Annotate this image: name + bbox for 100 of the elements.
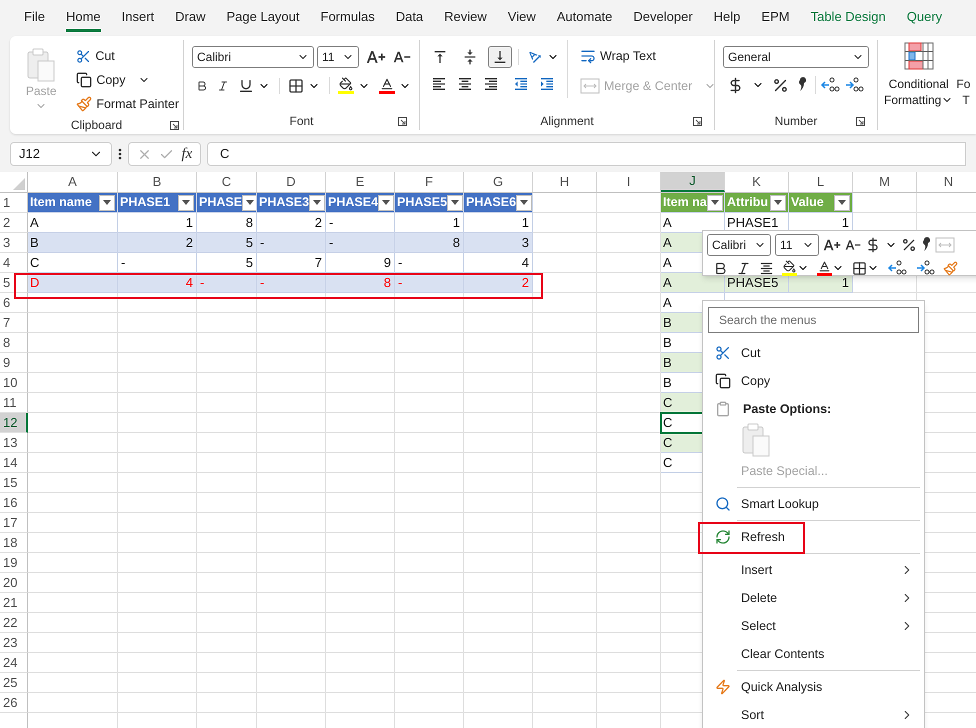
menu-tab[interactable]: Formulas — [320, 4, 375, 32]
menu-tab[interactable]: Page Layout — [226, 4, 300, 32]
font-color-icon[interactable] — [380, 77, 394, 91]
font-name-dropdown[interactable]: Calibri — [192, 46, 314, 68]
font-size-dropdown[interactable]: 11 — [775, 234, 819, 256]
row-number[interactable]: 10 — [0, 373, 28, 393]
menu-tab[interactable]: Automate — [556, 4, 612, 32]
menu-tab[interactable]: Home — [66, 4, 101, 32]
bold-icon[interactable] — [713, 260, 728, 276]
menu-item[interactable]: Quick Analysis — [703, 673, 924, 701]
menu-tab[interactable]: Help — [714, 4, 740, 32]
row-number[interactable]: 23 — [0, 633, 28, 653]
menu-item[interactable]: Sort — [703, 701, 924, 728]
formula-input[interactable]: C — [207, 142, 966, 166]
format-painter-button[interactable]: Format Painter — [72, 92, 183, 116]
row-number[interactable]: 8 — [0, 333, 28, 353]
row-number[interactable]: 7 — [0, 313, 28, 333]
align-center-icon[interactable] — [759, 260, 774, 276]
menu-tab[interactable]: Insert — [122, 4, 154, 32]
row-number[interactable]: 22 — [0, 613, 28, 633]
row-number[interactable]: 12 — [0, 413, 28, 433]
search-field[interactable]: Search the menus — [708, 307, 919, 333]
row-number[interactable]: 21 — [0, 593, 28, 613]
decrease-indent-icon[interactable] — [513, 76, 529, 92]
fill-color-icon[interactable] — [339, 77, 353, 91]
menu-tab[interactable]: Table Design — [810, 4, 886, 32]
menu-item[interactable]: Refresh — [703, 523, 924, 551]
font-color-icon[interactable] — [818, 260, 831, 273]
menu-tab[interactable]: Data — [396, 4, 424, 32]
filter-button[interactable] — [447, 194, 463, 210]
filter-button[interactable] — [516, 194, 532, 210]
filter-button[interactable] — [99, 194, 115, 210]
row-number[interactable]: 13 — [0, 433, 28, 453]
filter-button[interactable] — [309, 194, 325, 210]
orientation-icon[interactable] — [527, 49, 543, 65]
underline-icon[interactable] — [238, 78, 254, 94]
font-name-dropdown[interactable]: Calibri — [707, 234, 771, 256]
menu-item[interactable]: Select — [703, 612, 924, 640]
format-as-table-button[interactable]: Fo T — [956, 42, 970, 134]
number-format-dropdown[interactable]: General — [723, 46, 869, 68]
menu-tab[interactable]: EPM — [761, 4, 790, 32]
column-header[interactable]: K — [725, 172, 789, 192]
column-header[interactable]: E — [326, 172, 395, 192]
dialog-launcher-icon[interactable] — [693, 117, 702, 126]
column-header[interactable]: B — [118, 172, 197, 192]
more-options-icon[interactable] — [118, 147, 122, 161]
menu-tab[interactable]: Review — [444, 4, 487, 32]
column-header[interactable]: A — [28, 172, 118, 192]
align-center-icon[interactable] — [457, 76, 473, 92]
row-number[interactable]: 19 — [0, 553, 28, 573]
row-number[interactable]: 25 — [0, 673, 28, 693]
row-number[interactable]: 6 — [0, 293, 28, 313]
cut-button[interactable]: Cut — [72, 44, 183, 68]
column-header[interactable]: C — [197, 172, 257, 192]
menu-tab[interactable]: File — [24, 4, 45, 32]
italic-icon[interactable] — [736, 260, 751, 276]
row-number[interactable]: 15 — [0, 473, 28, 493]
name-box[interactable]: J12 — [10, 142, 112, 166]
column-header[interactable]: J — [661, 172, 725, 192]
vertical-align-button[interactable] — [488, 46, 512, 68]
increase-indent-icon[interactable] — [539, 76, 555, 92]
menu-item[interactable]: Delete — [703, 584, 924, 612]
filter-button[interactable] — [378, 194, 394, 210]
menu-item[interactable]: Smart Lookup — [703, 490, 924, 518]
percent-icon[interactable] — [901, 237, 917, 253]
menu-tab[interactable]: Draw — [175, 4, 206, 32]
filter-button[interactable] — [178, 194, 194, 210]
row-number[interactable]: 9 — [0, 353, 28, 373]
filter-button[interactable] — [834, 194, 850, 210]
insert-function-button[interactable]: fx — [181, 142, 192, 166]
row-number[interactable]: 14 — [0, 453, 28, 473]
filter-button[interactable] — [242, 194, 256, 210]
menu-tab[interactable]: View — [508, 4, 536, 32]
column-header[interactable]: M — [853, 172, 917, 192]
borders-icon[interactable] — [852, 260, 867, 276]
row-number[interactable]: 18 — [0, 533, 28, 553]
dialog-launcher-icon[interactable] — [398, 117, 407, 126]
column-header[interactable]: N — [917, 172, 976, 192]
column-header[interactable]: G — [464, 172, 533, 192]
dialog-launcher-icon[interactable] — [170, 121, 179, 130]
row-number[interactable]: 24 — [0, 653, 28, 673]
copy-button[interactable]: Copy — [72, 68, 183, 92]
dialog-launcher-icon[interactable] — [856, 117, 865, 126]
row-number[interactable]: 17 — [0, 513, 28, 533]
conditional-formatting-button[interactable]: Conditional Formatting — [884, 42, 954, 134]
borders-icon[interactable] — [288, 78, 304, 94]
percent-icon[interactable] — [772, 76, 789, 94]
menu-tab[interactable]: Query — [906, 4, 942, 32]
wrap-text-button[interactable]: Wrap Text — [576, 44, 720, 68]
fill-color-icon[interactable] — [783, 260, 796, 273]
align-left-icon[interactable] — [431, 76, 447, 92]
column-header[interactable]: D — [257, 172, 326, 192]
filter-button[interactable] — [770, 194, 786, 210]
row-number[interactable]: 26 — [0, 693, 28, 713]
row-number[interactable]: 20 — [0, 573, 28, 593]
font-size-dropdown[interactable]: 11 — [317, 46, 359, 68]
menu-item[interactable]: Clear Contents — [703, 640, 924, 668]
paintbrush-icon[interactable] — [943, 260, 958, 276]
filter-button[interactable] — [706, 194, 723, 210]
menu-tab[interactable]: Developer — [633, 4, 693, 32]
